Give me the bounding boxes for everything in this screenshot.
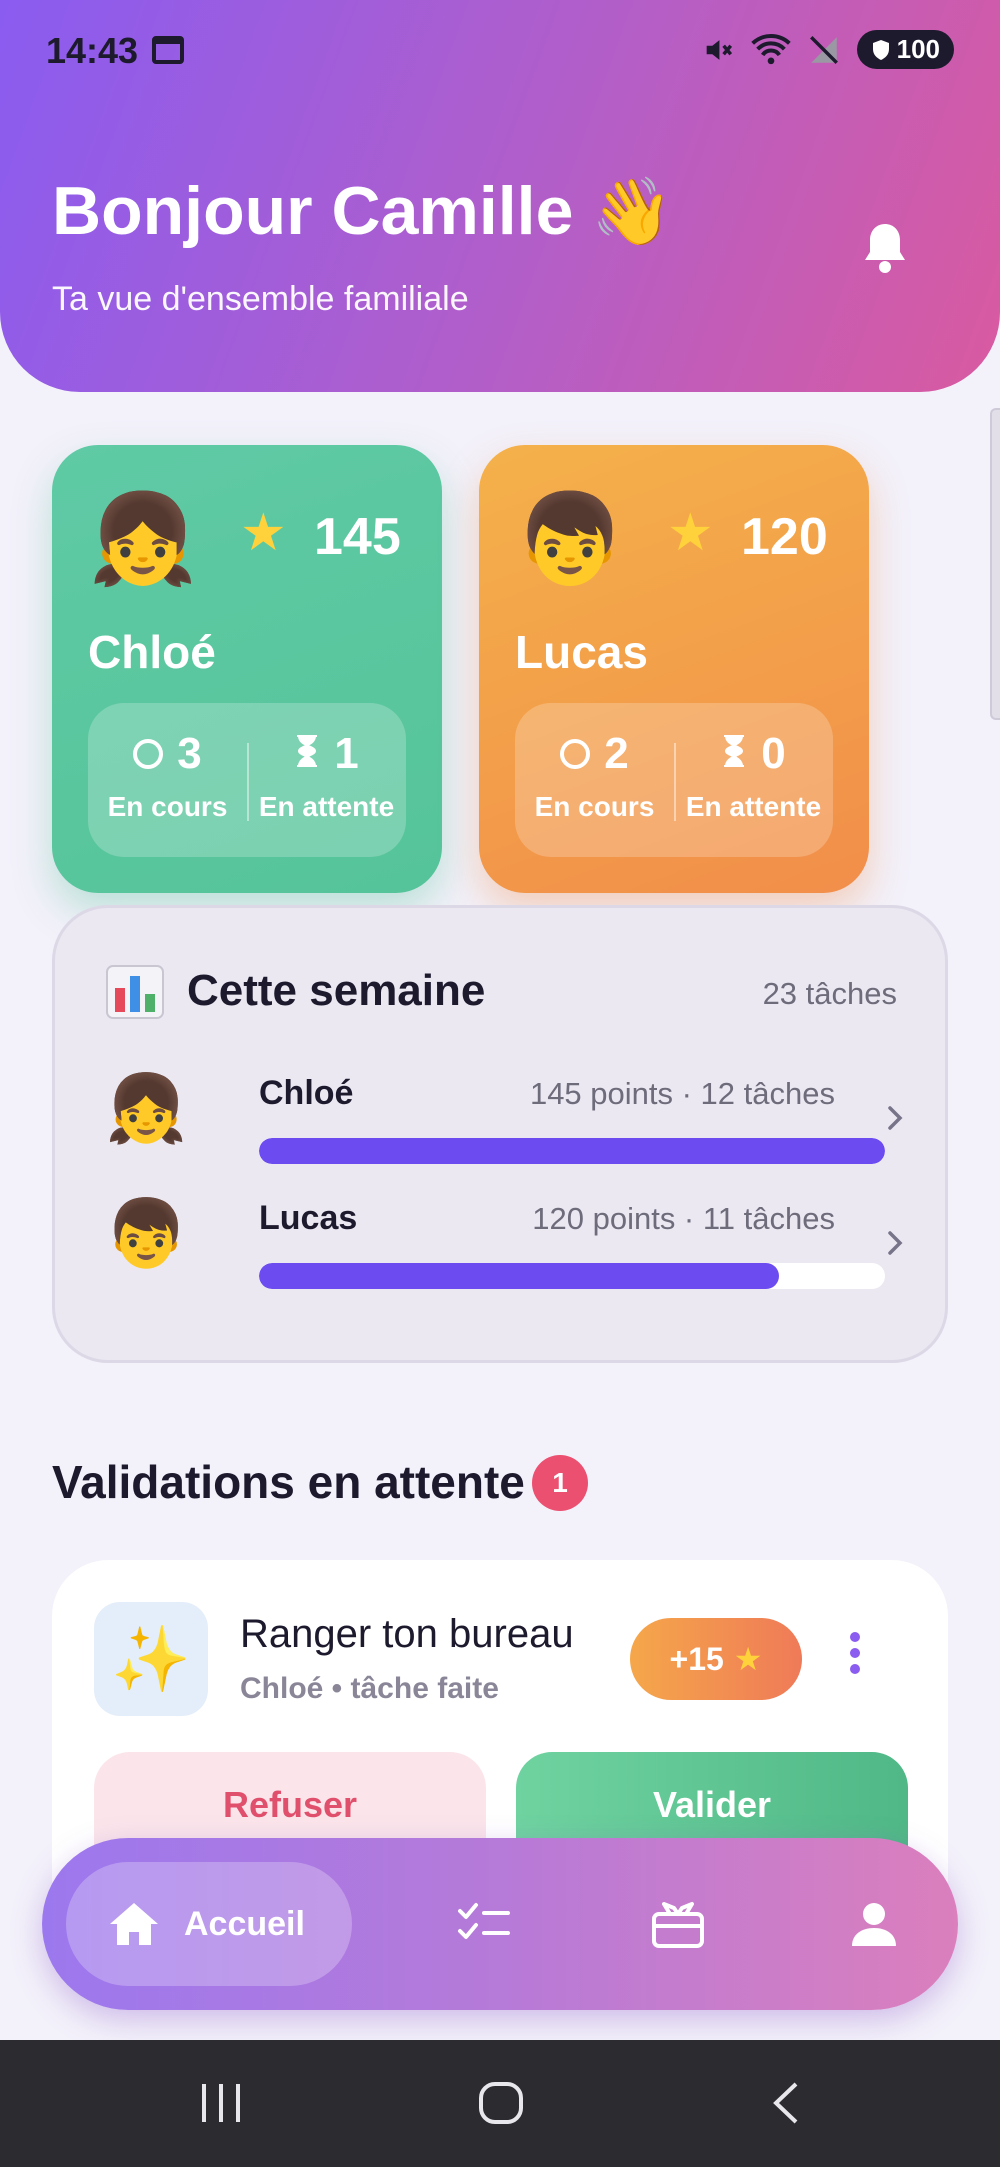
task-title: Ranger ton bureau [240, 1612, 574, 1656]
nav-profile[interactable] [844, 1894, 904, 1954]
kid-card-lucas[interactable]: 👦 ★ 120 Lucas 2 En cours 0 En attente [479, 445, 869, 893]
edge-panel-handle[interactable] [990, 408, 1000, 720]
nav-home-label: Accueil [184, 1904, 305, 1943]
battery-shield-icon [872, 39, 889, 60]
bell-icon[interactable] [862, 220, 908, 279]
validations-count-badge: 1 [532, 1455, 588, 1511]
calendar-icon [152, 36, 184, 64]
week-title: Cette semaine [187, 966, 486, 1015]
bottom-navigation: Accueil [42, 1838, 958, 2010]
back-icon[interactable] [764, 2080, 810, 2126]
recent-apps-icon[interactable] [198, 2080, 244, 2126]
nav-home[interactable]: Accueil [66, 1862, 352, 1986]
progress-fill [259, 1138, 885, 1164]
pending-count: 0 [761, 729, 786, 778]
chevron-right-icon [888, 1106, 903, 1130]
points-value: +15 [669, 1640, 724, 1677]
avatar: 👧 [88, 489, 198, 588]
star-icon: ★ [240, 504, 287, 562]
avatar: 👧 [105, 1071, 188, 1145]
progress-fill [259, 1263, 779, 1289]
system-navigation-bar [0, 2040, 1000, 2167]
sparkles-icon: ✨ [94, 1602, 208, 1716]
home-button-icon[interactable] [478, 2080, 524, 2126]
avatar: 👦 [515, 489, 625, 588]
week-total: 23 tâches [762, 976, 897, 1011]
progress-bar [259, 1263, 885, 1289]
home-icon [110, 1903, 158, 1945]
nav-rewards[interactable] [648, 1894, 708, 1954]
week-row-lucas[interactable]: 👦 Lucas 120 points · 11 tâches [105, 1193, 915, 1293]
task-subtitle: Chloé • tâche faite [240, 1672, 499, 1705]
pending-count: 1 [334, 729, 359, 778]
nav-tasks[interactable] [454, 1894, 514, 1954]
pending-label: En attente [685, 791, 822, 822]
week-summary-card: Cette semaine 23 tâches 👧 Chloé 145 poin… [52, 905, 948, 1363]
wifi-icon [750, 33, 791, 64]
battery-level: 100 [896, 34, 940, 64]
kid-stats: 3 En cours 1 En attente [88, 703, 406, 857]
stat-in-progress: 2 En cours [515, 729, 674, 823]
in-progress-label: En cours [534, 791, 655, 822]
chevron-right-icon [888, 1231, 903, 1255]
status-bar: 14:43 100 [0, 0, 1000, 100]
star-icon: ★ [733, 1641, 763, 1677]
hourglass-icon [721, 729, 747, 779]
wave-icon: 👋 [591, 174, 674, 248]
kid-name: Lucas [515, 626, 648, 678]
week-row-name: Chloé [259, 1074, 354, 1112]
star-icon: ★ [667, 504, 714, 562]
stat-pending: 1 En attente [247, 729, 406, 823]
tasks-icon [458, 1903, 510, 1939]
kid-points: 145 [314, 508, 401, 566]
page: 14:43 100 Bonjour Camille 👋 Ta vue d'ens… [0, 0, 1000, 2167]
kid-stats: 2 En cours 0 En attente [515, 703, 833, 857]
in-progress-count: 3 [177, 729, 202, 778]
in-progress-count: 2 [604, 729, 629, 778]
stat-pending: 0 En attente [674, 729, 833, 823]
week-row-meta: 120 points · 11 tâches [532, 1201, 835, 1236]
pending-label: En attente [258, 791, 395, 822]
week-row-name: Lucas [259, 1199, 358, 1237]
validations-title: Validations en attente [52, 1456, 525, 1508]
progress-bar [259, 1138, 885, 1164]
points-badge: +15 ★ [630, 1618, 802, 1700]
week-row-chloe[interactable]: 👧 Chloé 145 points · 12 tâches [105, 1068, 915, 1168]
in-progress-label: En cours [107, 791, 228, 822]
more-vertical-icon[interactable] [840, 1626, 870, 1692]
circle-icon [560, 739, 591, 769]
kid-name: Chloé [88, 626, 216, 678]
battery-indicator: 100 [856, 30, 954, 69]
header: 14:43 100 Bonjour Camille 👋 Ta vue d'ens… [0, 0, 1000, 392]
profile-icon [852, 1903, 896, 1946]
greeting-text: Bonjour Camille [52, 173, 574, 249]
status-icons: 100 [701, 30, 954, 69]
kid-card-chloe[interactable]: 👧 ★ 145 Chloé 3 En cours 1 En attente [52, 445, 442, 893]
no-signal-icon [809, 35, 838, 64]
status-time: 14:43 [46, 30, 139, 71]
kid-points: 120 [741, 508, 828, 566]
avatar: 👦 [105, 1196, 188, 1270]
week-row-meta: 145 points · 12 tâches [529, 1076, 835, 1111]
mute-icon [706, 39, 732, 60]
stat-in-progress: 3 En cours [88, 729, 247, 823]
bar-chart-icon [106, 965, 164, 1019]
header-subtitle: Ta vue d'ensemble familiale [52, 280, 469, 318]
gift-icon [652, 1902, 704, 1948]
hourglass-icon [294, 729, 320, 779]
circle-icon [133, 739, 164, 769]
greeting: Bonjour Camille 👋 [52, 172, 674, 250]
